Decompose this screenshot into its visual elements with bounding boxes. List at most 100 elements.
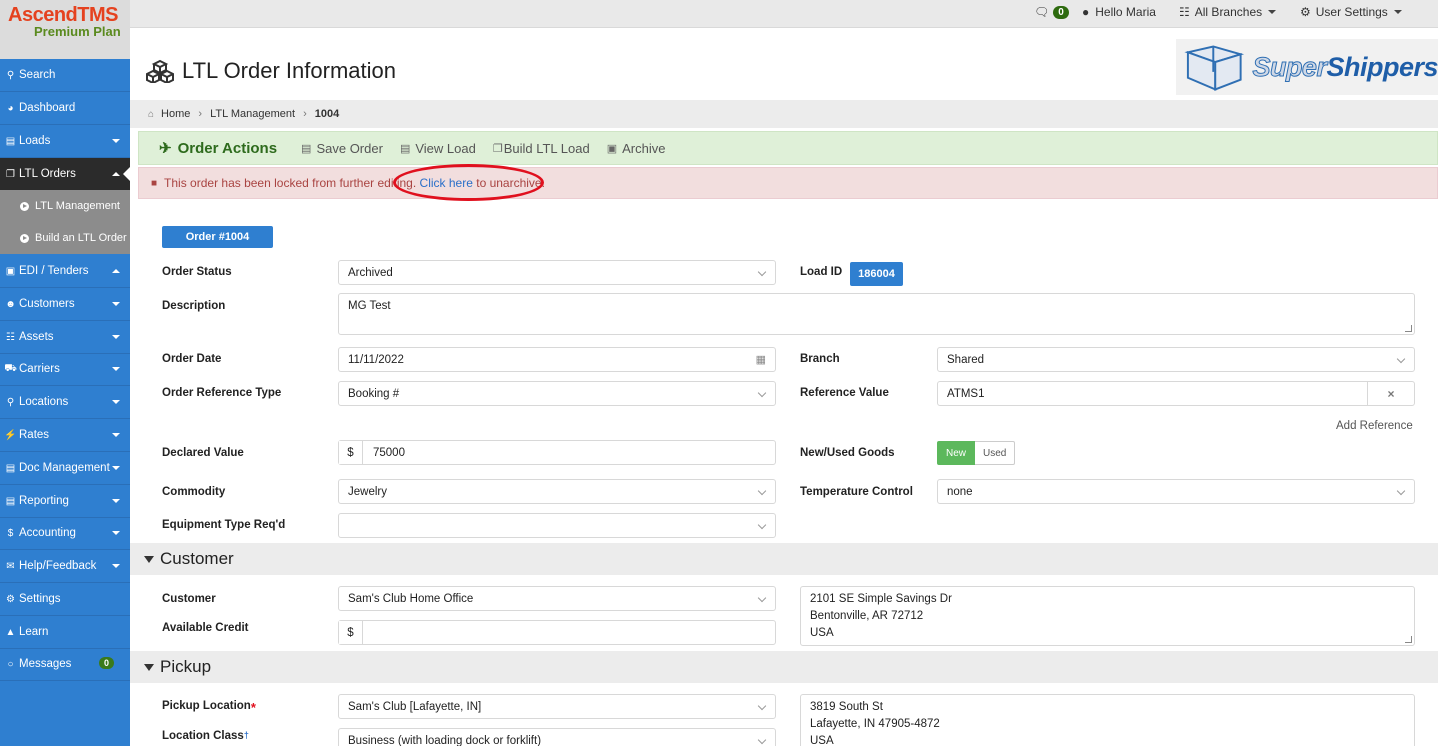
greeting-text: Hello Maria — [1095, 5, 1156, 19]
new-used-toggle[interactable]: New Used — [937, 441, 1016, 465]
sidebar-item-settings[interactable]: ⚙ Settings — [0, 583, 130, 616]
sidebar-subitem-build-ltl-order[interactable]: Build an LTL Order — [0, 222, 130, 254]
order-status-select[interactable]: Archived — [338, 260, 776, 285]
address-line: 2101 SE Simple Savings Dr — [810, 593, 952, 605]
play-circle-icon — [20, 233, 29, 243]
sidebar-subitem-ltl-management[interactable]: LTL Management — [0, 190, 130, 222]
sidebar-item-reporting[interactable]: ▤ Reporting — [0, 485, 130, 518]
breadcrumb-ltl-management[interactable]: LTL Management — [210, 108, 295, 120]
equipment-select[interactable] — [338, 513, 776, 538]
chevron-down-icon — [1396, 354, 1406, 364]
chevron-down-icon — [112, 433, 120, 437]
archive-button[interactable]: ▣ Archive — [607, 141, 666, 156]
sidebar-item-assets[interactable]: ☷ Assets — [0, 321, 130, 354]
user-settings-dropdown[interactable]: ⚙ User Settings — [1300, 5, 1402, 19]
available-credit-input[interactable]: $ — [338, 620, 776, 645]
order-date-value: 11/11/2022 — [348, 353, 404, 366]
temperature-select[interactable]: none — [937, 479, 1415, 504]
customer-section-header[interactable]: Customer — [130, 543, 1438, 575]
app-logo[interactable]: AscendTMS Premium Plan — [0, 0, 130, 59]
address-line: 3819 South St — [810, 701, 883, 713]
address-line: USA — [810, 735, 834, 746]
view-load-label: View Load — [415, 140, 476, 156]
pickup-section-header[interactable]: Pickup — [130, 651, 1438, 683]
view-load-button[interactable]: ▤ View Load — [400, 141, 476, 156]
sidebar-item-accounting[interactable]: $ Accounting — [0, 517, 130, 550]
order-status-value: Archived — [348, 266, 393, 279]
sidebar-item-carriers[interactable]: ⛟ Carriers — [0, 353, 130, 386]
build-ltl-load-button[interactable]: ❐ Build LTL Load — [493, 141, 590, 156]
sidebar-item-label: Search — [19, 69, 56, 81]
customer-select[interactable]: Sam's Club Home Office — [338, 586, 776, 611]
available-credit-label: Available Credit — [162, 622, 249, 634]
user-settings-label: User Settings — [1315, 5, 1388, 19]
ref-value-input[interactable]: ATMS1 × — [937, 381, 1415, 406]
pickup-location-select[interactable]: Sam's Club [Lafayette, IN] — [338, 694, 776, 719]
description-textarea[interactable]: MG Test — [338, 293, 1415, 335]
sidebar-item-label: Carriers — [19, 363, 60, 375]
sidebar-item-help-feedback[interactable]: ✉ Help/Feedback — [0, 550, 130, 583]
calendar-icon[interactable]: ▦ — [756, 353, 766, 366]
plane-icon: ✈ — [159, 140, 172, 157]
sidebar-subitem-label: Build an LTL Order — [35, 232, 127, 244]
used-goods-option[interactable]: Used — [975, 441, 1016, 465]
sidebar-item-loads[interactable]: ▤ Loads — [0, 125, 130, 158]
remove-reference-button[interactable]: × — [1367, 382, 1414, 405]
order-number-button[interactable]: Order #1004 — [162, 226, 273, 248]
sidebar-item-ltl-orders[interactable]: ❐ LTL Orders — [0, 158, 130, 191]
sidebar-item-search[interactable]: ⚲ Search — [0, 59, 130, 92]
sidebar-item-customers[interactable]: ☻ Customers — [0, 288, 130, 321]
breadcrumb-home[interactable]: Home — [161, 108, 190, 120]
info-marker[interactable]: † — [244, 730, 249, 740]
load-id-button[interactable]: 186004 — [850, 262, 903, 286]
commodity-value: Jewelry — [348, 485, 387, 498]
branches-dropdown[interactable]: ☷ All Branches — [1179, 5, 1277, 19]
address-line: USA — [810, 627, 834, 639]
location-class-label: Location Class† — [162, 730, 249, 742]
branch-select[interactable]: Shared — [937, 347, 1415, 372]
customer-section-title: Customer — [160, 549, 234, 568]
chevron-down-icon — [1393, 10, 1402, 14]
archive-label: Archive — [622, 140, 666, 156]
sidebar-item-label: LTL Orders — [19, 168, 76, 180]
gear-icon: ⚙ — [1300, 5, 1311, 19]
save-order-button[interactable]: ▤ Save Order — [301, 141, 383, 156]
dollar-icon: $ — [7, 527, 14, 539]
sidebar-item-edi-tenders[interactable]: ▣ EDI / Tenders — [0, 255, 130, 288]
resize-handle[interactable] — [1405, 636, 1412, 643]
sidebar-item-learn[interactable]: ▲ Learn — [0, 616, 130, 649]
messages-button[interactable]: 🗨︎ 0 — [1034, 5, 1069, 19]
resize-handle[interactable] — [1405, 325, 1412, 332]
sidebar-item-doc-management[interactable]: ▤ Doc Management — [0, 452, 130, 485]
chevron-up-icon — [112, 269, 120, 273]
graduation-icon: ▲ — [5, 626, 16, 638]
ref-type-select[interactable]: Booking # — [338, 381, 776, 406]
sidebar-item-rates[interactable]: ⚡ Rates — [0, 419, 130, 452]
sidebar-item-label: Locations — [19, 396, 69, 408]
commodity-select[interactable]: Jewelry — [338, 479, 776, 504]
temperature-label: Temperature Control — [800, 486, 913, 498]
add-reference-link[interactable]: Add Reference — [1336, 420, 1413, 432]
location-class-select[interactable]: Business (with loading dock or forklift) — [338, 728, 776, 746]
play-circle-icon — [20, 201, 29, 211]
messages-count-badge: 0 — [1053, 5, 1069, 19]
sidebar-item-label: EDI / Tenders — [19, 265, 89, 277]
sidebar: AscendTMS Premium Plan ⚲ Search ◕ Dashboar… — [0, 0, 130, 746]
declared-value-input[interactable]: $75000 — [338, 440, 776, 465]
caret-down-icon — [144, 555, 154, 563]
pickup-address[interactable]: 3819 South St Lafayette, IN 47905-4872 U… — [800, 694, 1415, 746]
sidebar-item-messages[interactable]: ○ Messages 0 — [0, 648, 130, 681]
sidebar-item-dashboard[interactable]: ◕ Dashboard — [0, 92, 130, 125]
order-date-input[interactable]: 11/11/2022 ▦ — [338, 347, 776, 372]
cubes-icon: ❐ — [492, 142, 503, 155]
new-goods-option[interactable]: New — [937, 441, 976, 465]
sidebar-item-locations[interactable]: ⚲ Locations — [0, 386, 130, 419]
sidebar-item-label: Learn — [19, 626, 49, 638]
caret-down-icon — [144, 663, 154, 671]
logo-main-text: AscendTMS — [8, 4, 118, 26]
bullhorn-icon: ✉ — [6, 560, 15, 572]
chevron-down-icon — [112, 400, 120, 404]
user-greeting[interactable]: ● Hello Maria — [1082, 5, 1156, 19]
customer-address[interactable]: 2101 SE Simple Savings Dr Bentonville, A… — [800, 586, 1415, 646]
list-icon: ▤ — [5, 135, 16, 147]
